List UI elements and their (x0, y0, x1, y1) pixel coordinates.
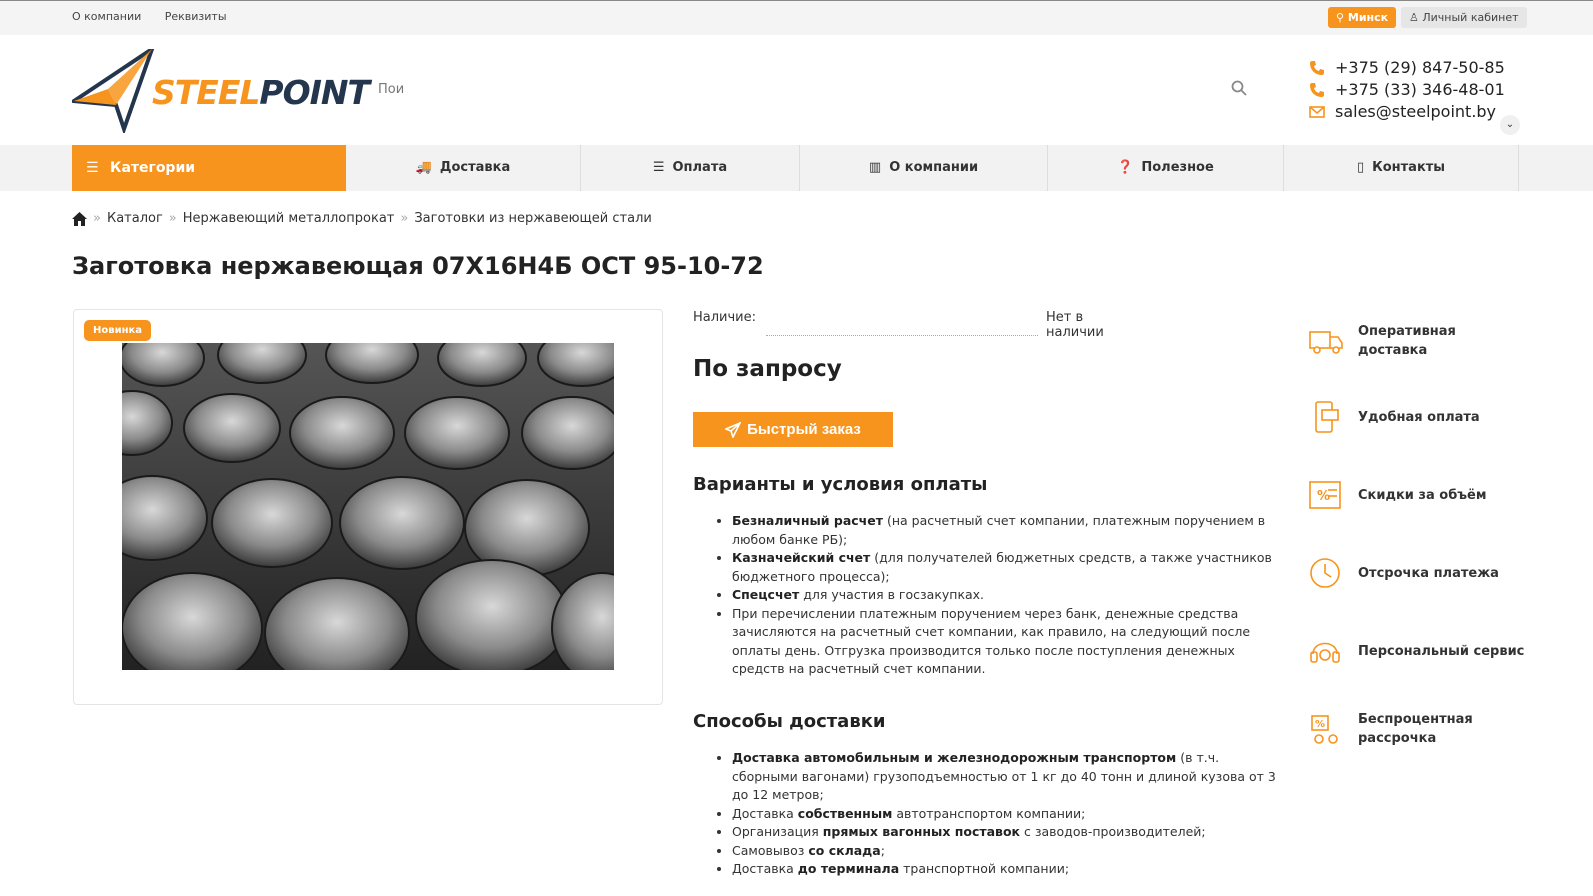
breadcrumb-catalog[interactable]: Каталог (107, 211, 163, 226)
paper-plane-icon (725, 421, 742, 438)
top-bar: О компании Реквизиты ⚲ Минск ♙ Личный ка… (0, 0, 1593, 35)
nav-label-contacts: Контакты (1372, 160, 1446, 175)
contacts: +375 (29) 847-50-85 +375 (33) 346-48-01 … (1309, 57, 1505, 123)
list-item: Доставка до терминала транспортной компа… (732, 860, 1282, 879)
top-link-about[interactable]: О компании (72, 10, 141, 23)
home-icon[interactable] (72, 211, 87, 226)
logo-text-steel: STEEL (152, 73, 260, 112)
email-text: sales@steelpoint.by (1335, 102, 1497, 121)
svg-text:%: % (1315, 719, 1325, 730)
search-input[interactable]: Пои (378, 82, 404, 97)
advantage-label: Отсрочка платежа (1358, 565, 1499, 581)
advantage-discounts: % Скидки за объём (1308, 478, 1487, 512)
personal-cabinet-link[interactable]: ♙ Личный кабинет (1401, 7, 1527, 28)
advantage-service: Персональный сервис (1308, 634, 1524, 668)
city-selector[interactable]: ⚲ Минск (1328, 7, 1397, 28)
truck-icon: 🚚 (415, 160, 432, 175)
list-item: Казначейский счет (для получателей бюдже… (732, 549, 1282, 586)
discount-icon: % (1309, 481, 1341, 509)
breadcrumb-stainless[interactable]: Нержавеющий металлопрокат (183, 211, 395, 226)
advantage-installment: % Беспроцентная рассрочка (1308, 710, 1528, 748)
advantage-fast-delivery: Оперативная доставка (1308, 322, 1528, 360)
advantage-label: Оперативная доставка (1358, 324, 1456, 358)
logo[interactable] (68, 44, 156, 137)
mobile-phone-icon: ▯ (1356, 160, 1365, 175)
list-item: Доставка автомобильным и железнодорожным… (732, 749, 1282, 805)
nav-item-useful[interactable]: ❓ Полезное (1048, 145, 1284, 191)
main-nav: ☰ Категории 🚚 Доставка ☰ Оплата ▥ О компани… (0, 145, 1593, 191)
nav-label-payment: Оплата (672, 160, 728, 175)
city-label: Минск (1347, 11, 1389, 24)
categories-label: Категории (110, 160, 196, 176)
nav-item-contacts[interactable]: ▯ Контакты (1284, 145, 1519, 191)
delivery-list: Доставка автомобильным и железнодорожным… (712, 749, 1282, 879)
phone-1[interactable]: +375 (29) 847-50-85 (1309, 57, 1505, 79)
nav-item-delivery[interactable]: 🚚 Доставка (346, 145, 581, 191)
chevron-down-icon[interactable]: ⌄ (1500, 115, 1520, 135)
breadcrumb: » Каталог » Нержавеющий металлопрокат » Заг… (72, 211, 652, 226)
availability-row: Наличие: Нет в наличии (693, 310, 1143, 340)
quick-order-label: Быстрый заказ (747, 421, 861, 438)
breadcrumb-blanks[interactable]: Заготовки из нержавеющей стали (414, 211, 652, 226)
availability-value: Нет в наличии (1046, 310, 1104, 340)
product-image[interactable] (122, 343, 614, 670)
nav-label-about: О компании (889, 160, 979, 175)
payment-heading: Варианты и условия оплаты (693, 474, 988, 495)
header: STEELPOINT Пои +375 (29) 847-50-85 +375 … (0, 35, 1593, 145)
list-item: Организация прямых вагонных поставок с з… (732, 823, 1282, 842)
advantage-deferral: Отсрочка платежа (1308, 556, 1499, 590)
list-item: Самовывоз со склада; (732, 842, 1282, 861)
phone-icon (1310, 83, 1324, 97)
logo-text-point: POINT (259, 73, 370, 112)
list-item: Безналичный расчет (на расчетный счет ко… (732, 512, 1282, 549)
top-link-requisites[interactable]: Реквизиты (165, 10, 227, 23)
menu-icon: ☰ (86, 160, 99, 176)
availability-label: Наличие: (693, 310, 757, 325)
top-links: О компании Реквизиты (72, 10, 247, 23)
headset-icon (1310, 642, 1340, 663)
payment-list: Безналичный расчет (на расчетный счет ко… (712, 512, 1282, 679)
question-circle-icon: ❓ (1117, 160, 1134, 175)
list-item: Доставка собственным автотранспортом ком… (732, 805, 1282, 824)
delivery-truck-icon (1309, 331, 1343, 354)
email[interactable]: sales@steelpoint.by (1309, 101, 1505, 123)
clock-coin-icon (1310, 558, 1340, 588)
nav-label-useful: Полезное (1141, 160, 1214, 175)
categories-button[interactable]: ☰ Категории (72, 145, 346, 191)
building-icon: ▥ (868, 160, 882, 175)
cabinet-label: Личный кабинет (1422, 11, 1519, 24)
list-item: При перечислении платежным поручением че… (732, 605, 1282, 679)
advantage-label: Удобная оплата (1358, 409, 1480, 425)
page-title: Заготовка нержавеющая 07Х16Н4Б ОСТ 95-10… (72, 252, 764, 280)
logo-text[interactable]: STEELPOINT (152, 73, 370, 112)
advantage-payment: Удобная оплата (1308, 400, 1480, 434)
product-image-container (73, 309, 663, 705)
advantage-label: Персональный сервис (1358, 643, 1525, 659)
price: По запросу (693, 356, 842, 382)
search-icon[interactable] (1231, 80, 1247, 100)
advantage-label: Скидки за объём (1358, 487, 1487, 503)
phone-2[interactable]: +375 (33) 346-48-01 (1309, 79, 1505, 101)
nav-label-delivery: Доставка (439, 160, 511, 175)
logo-mark-icon (68, 44, 156, 136)
list-icon: ☰ (652, 160, 665, 175)
nav-item-about[interactable]: ▥ О компании (800, 145, 1048, 191)
quick-order-button[interactable]: Быстрый заказ (693, 412, 893, 447)
phone-icon (1310, 61, 1324, 75)
location-pin-icon: ⚲ (1336, 11, 1345, 24)
installment-icon: % (1311, 715, 1338, 744)
mobile-payment-icon (1315, 401, 1339, 433)
new-badge: Новинка (84, 320, 152, 341)
phone-1-text: +375 (29) 847-50-85 (1335, 58, 1505, 77)
email-icon (1309, 106, 1325, 118)
nav-item-payment[interactable]: ☰ Оплата (581, 145, 800, 191)
list-item: Спецсчет для участия в госзакупках. (732, 586, 1282, 605)
user-icon: ♙ (1409, 11, 1419, 24)
advantage-label: Беспроцентная рассрочка (1358, 712, 1473, 746)
delivery-heading: Способы доставки (693, 711, 886, 732)
phone-2-text: +375 (33) 346-48-01 (1335, 80, 1505, 99)
